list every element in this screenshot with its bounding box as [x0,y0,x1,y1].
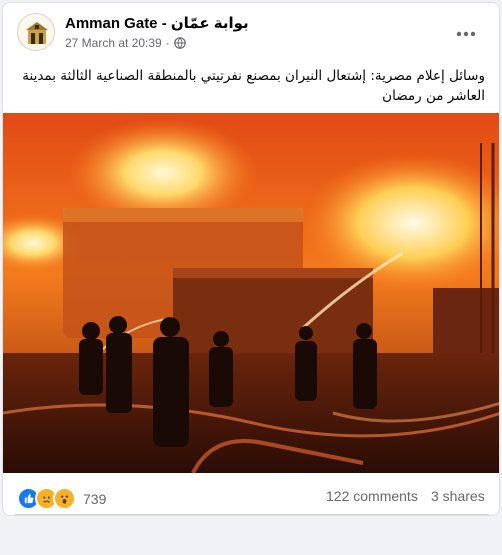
wow-icon [53,487,76,510]
post-caption: وسائل إعلام مصرية: إشتعال النيران بمصنع … [22,68,485,104]
page-avatar[interactable] [17,13,55,51]
post-meta: 27 March at 20:39 · [65,36,186,50]
amman-gate-logo [19,15,54,50]
more-options-button[interactable] [453,21,479,47]
reaction-count[interactable]: 739 [83,491,106,507]
comments-count-link[interactable]: 122 comments [326,488,418,504]
page-name[interactable]: Amman Gate - بوابة عمّان [65,14,249,32]
shares-count-link[interactable]: 3 shares [431,488,485,504]
ellipsis-icon [456,31,476,37]
action-divider [15,514,489,515]
factory-fire-photo [3,113,499,473]
reaction-summary[interactable]: 739 [17,487,106,510]
post-card: Amman Gate - بوابة عمّان 27 March at 20:… [2,2,500,516]
post-photo[interactable] [3,113,499,473]
meta-separator: · [165,36,170,50]
globe-icon[interactable] [173,37,186,49]
post-timestamp[interactable]: 27 March at 20:39 [65,36,162,50]
